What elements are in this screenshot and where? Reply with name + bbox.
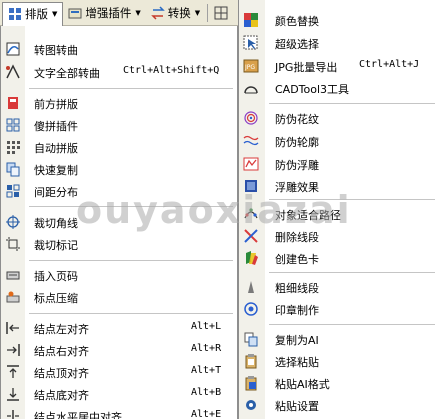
menu-divider xyxy=(269,272,435,273)
color-card-icon xyxy=(243,250,259,266)
menu-item-seal-maker[interactable]: 印章制作 xyxy=(239,298,439,320)
layout-icon xyxy=(8,7,22,21)
grid-icon[interactable] xyxy=(214,6,228,20)
tab-plugins-label: 增强插件 xyxy=(85,5,132,20)
jpg-icon: JPG xyxy=(243,58,259,74)
seal-icon xyxy=(243,301,259,317)
relief-icon xyxy=(243,156,259,172)
plugins-menu: 颜色替换 超级选择 JPG JPG批量导出 Ctrl+Alt+J CADTool… xyxy=(238,0,439,419)
tab-convert-label: 转换 xyxy=(167,5,191,20)
menu-item-super-select[interactable]: 超级选择 xyxy=(239,32,439,54)
menu-item-fit-object-to-path[interactable]: 对象适合路径 xyxy=(239,203,439,225)
menu-item-thick-thin-segment[interactable]: 粗细线段 xyxy=(239,276,439,298)
select-icon xyxy=(243,35,259,51)
menu-divider xyxy=(29,206,233,207)
paste-icon xyxy=(243,353,259,369)
menu-divider xyxy=(29,260,233,261)
menu-item-node-align-right[interactable]: 结点右对齐 Alt+R xyxy=(1,339,237,361)
page-number-icon xyxy=(5,267,21,283)
menu-item-auto-imposition[interactable]: 自动拼版 xyxy=(1,136,237,158)
line-weight-icon xyxy=(243,279,259,295)
front-imposition-icon xyxy=(5,95,21,111)
menu-item-paste-ai-format[interactable]: 粘贴AI格式 xyxy=(239,372,439,394)
menu-item-node-align-bottom[interactable]: 结点底对齐 Alt+B xyxy=(1,383,237,405)
paste-settings-icon xyxy=(243,397,259,413)
tab-convert[interactable]: 转换 ▼ xyxy=(146,2,233,24)
text-curve-icon xyxy=(5,64,21,80)
toolbar-separator xyxy=(207,3,209,22)
menu-item-crop-corner-lines[interactable]: 裁切角线 xyxy=(1,211,237,233)
align-left-icon xyxy=(5,320,21,336)
menu-item-node-align-left[interactable]: 结点左对齐 Alt+L xyxy=(1,317,237,339)
color-replace-icon xyxy=(243,12,259,28)
image-curve-icon xyxy=(5,41,21,57)
menu-divider xyxy=(29,88,233,89)
menu-item-spacing-distribution[interactable]: 间距分布 xyxy=(1,180,237,202)
crosshair-icon xyxy=(5,214,21,230)
menu-item-jpg-batch-export[interactable]: JPG JPG批量导出 Ctrl+Alt+J xyxy=(239,55,439,77)
punctuation-icon xyxy=(5,289,21,305)
wave-outline-icon xyxy=(243,133,259,149)
menu-item-emboss-effect[interactable]: 浮雕效果 xyxy=(239,175,439,197)
chevron-down-icon: ▼ xyxy=(194,8,201,17)
menu-item-quick-copy[interactable]: 快速复制 xyxy=(1,158,237,180)
menu-divider xyxy=(269,324,435,325)
align-center-icon xyxy=(5,408,21,419)
crop-marks-icon xyxy=(5,236,21,252)
svg-text:JPG: JPG xyxy=(244,64,255,71)
menu-item-front-imposition[interactable]: 前方拼版 xyxy=(1,92,237,114)
layout-menu: 转图转曲 文字全部转曲 Ctrl+Alt+Shift+Q 前方拼版 傻拼插件 自… xyxy=(0,26,238,419)
menu-item-simple-imposition-plugin[interactable]: 傻拼插件 xyxy=(1,114,237,136)
grid-layout-icon xyxy=(5,117,21,133)
menu-item-selective-paste[interactable]: 选择粘贴 xyxy=(239,350,439,372)
tab-layout[interactable]: 排版 ▼ xyxy=(2,1,64,26)
menu-divider xyxy=(269,103,435,104)
fit-path-icon xyxy=(243,206,259,222)
delete-segment-icon xyxy=(243,228,259,244)
menu-item-cadtool3[interactable]: CADTool3工具 xyxy=(239,77,439,99)
menu-item-copy-as-ai[interactable]: 复制为AI xyxy=(239,328,439,350)
align-top-icon xyxy=(5,364,21,380)
tab-plugins[interactable]: 增强插件 ▼ xyxy=(63,2,145,24)
menu-item-anti-counterfeit-outline[interactable]: 防伪轮廓 xyxy=(239,130,439,152)
menu-divider xyxy=(29,313,233,314)
convert-icon xyxy=(150,5,165,20)
menu-item-delete-segment[interactable]: 删除线段 xyxy=(239,225,439,247)
pattern-icon xyxy=(243,110,259,126)
chevron-down-icon: ▼ xyxy=(135,8,141,17)
copy-icon xyxy=(5,161,21,177)
menu-item-punctuation-compress[interactable]: 标点压缩 xyxy=(1,286,237,308)
paste-ai-icon xyxy=(243,375,259,391)
menu-item-insert-page-number[interactable]: 插入页码 xyxy=(1,264,237,286)
tab-layout-label: 排版 xyxy=(25,7,48,21)
menu-bar: 排版 ▼ 增强插件 ▼ 转换 ▼ xyxy=(0,0,238,26)
menu-item-node-align-horizontal-center[interactable]: 结点水平居中对齐 Alt+E xyxy=(1,405,237,419)
menu-divider xyxy=(269,199,435,200)
emboss-icon xyxy=(243,178,259,194)
cad-tool-icon xyxy=(243,80,259,96)
align-right-icon xyxy=(5,342,21,358)
menu-item-color-replace[interactable]: 颜色替换 xyxy=(239,9,439,31)
menu-item-anti-counterfeit-pattern[interactable]: 防伪花纹 xyxy=(239,107,439,129)
menu-item-crop-marks[interactable]: 裁切标记 xyxy=(1,233,237,255)
menu-item-create-color-card[interactable]: 创建色卡 xyxy=(239,247,439,269)
chevron-down-icon: ▼ xyxy=(52,10,58,18)
distribute-icon xyxy=(5,183,21,199)
copy-ai-icon xyxy=(243,331,259,347)
align-bottom-icon xyxy=(5,386,21,402)
menu-item-anti-counterfeit-relief[interactable]: 防伪浮雕 xyxy=(239,153,439,175)
auto-layout-icon xyxy=(5,139,21,155)
plugin-icon xyxy=(68,6,82,20)
menu-item-convert-image-curves[interactable]: 转图转曲 xyxy=(1,38,237,60)
menu-item-text-to-curves[interactable]: 文字全部转曲 Ctrl+Alt+Shift+Q xyxy=(1,61,237,83)
menu-item-node-align-top[interactable]: 结点顶对齐 Alt+T xyxy=(1,361,237,383)
menu-item-paste-settings[interactable]: 粘贴设置 xyxy=(239,394,439,416)
